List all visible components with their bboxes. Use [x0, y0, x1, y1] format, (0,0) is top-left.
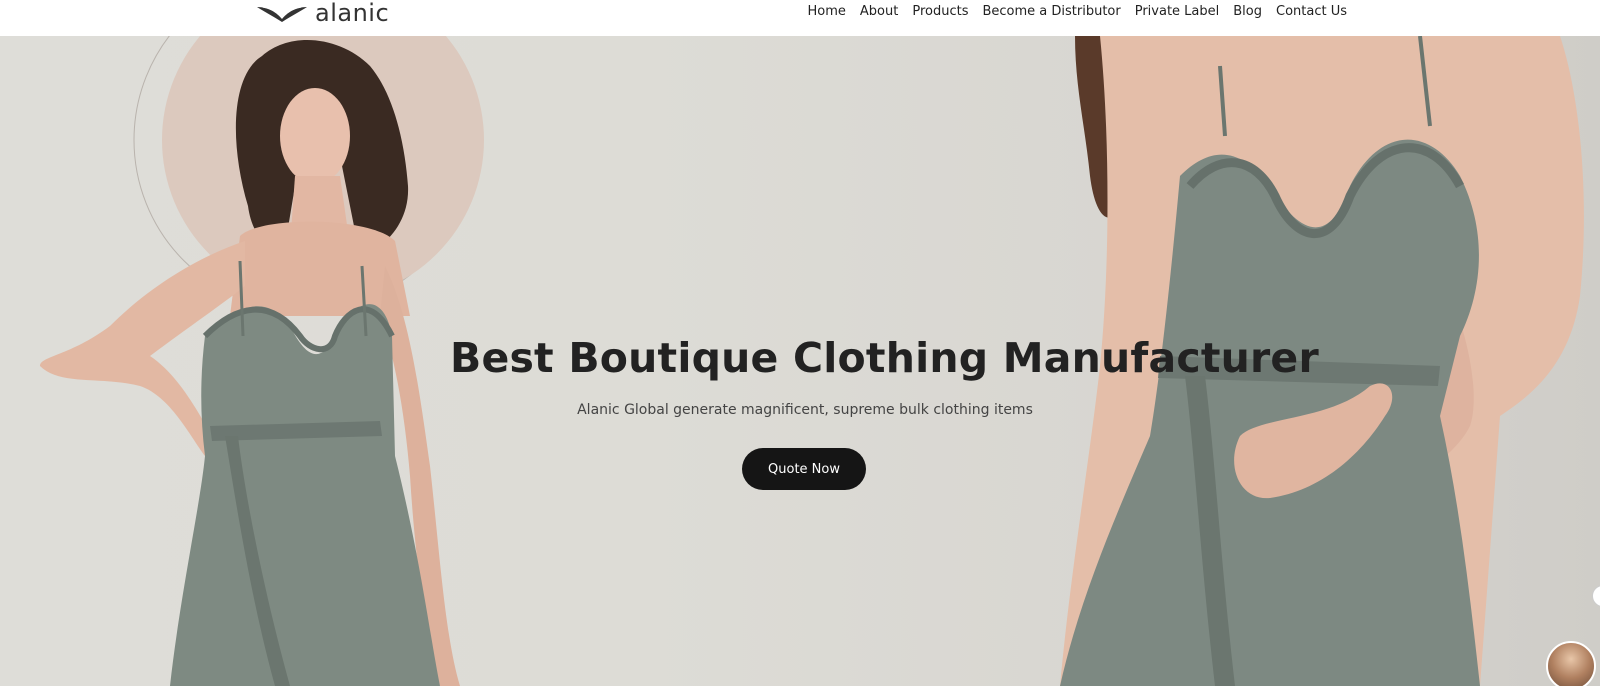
hero-content: Best Boutique Clothing Manufacturer Alan…	[0, 36, 1600, 686]
logo[interactable]: alanic	[255, 0, 389, 26]
nav-about[interactable]: About	[860, 4, 898, 19]
nav-home[interactable]: Home	[808, 4, 846, 19]
nav-contact-us[interactable]: Contact Us	[1276, 4, 1347, 19]
wing-logo-icon	[257, 6, 307, 22]
site-header: alanic Home About Products Become a Dist…	[0, 0, 1600, 36]
logo-text: alanic	[315, 0, 390, 27]
chat-avatar-button[interactable]	[1546, 641, 1596, 686]
nav-blog[interactable]: Blog	[1233, 4, 1262, 19]
main-nav: Home About Products Become a Distributor…	[808, 4, 1348, 19]
hero-section: Best Boutique Clothing Manufacturer Alan…	[0, 36, 1600, 686]
hero-headline: Best Boutique Clothing Manufacturer	[450, 334, 1319, 382]
nav-become-distributor[interactable]: Become a Distributor	[982, 4, 1120, 19]
nav-products[interactable]: Products	[912, 4, 968, 19]
nav-private-label[interactable]: Private Label	[1135, 4, 1220, 19]
quote-now-button[interactable]: Quote Now	[742, 448, 866, 490]
hero-subheadline: Alanic Global generate magnificent, supr…	[577, 402, 1033, 418]
